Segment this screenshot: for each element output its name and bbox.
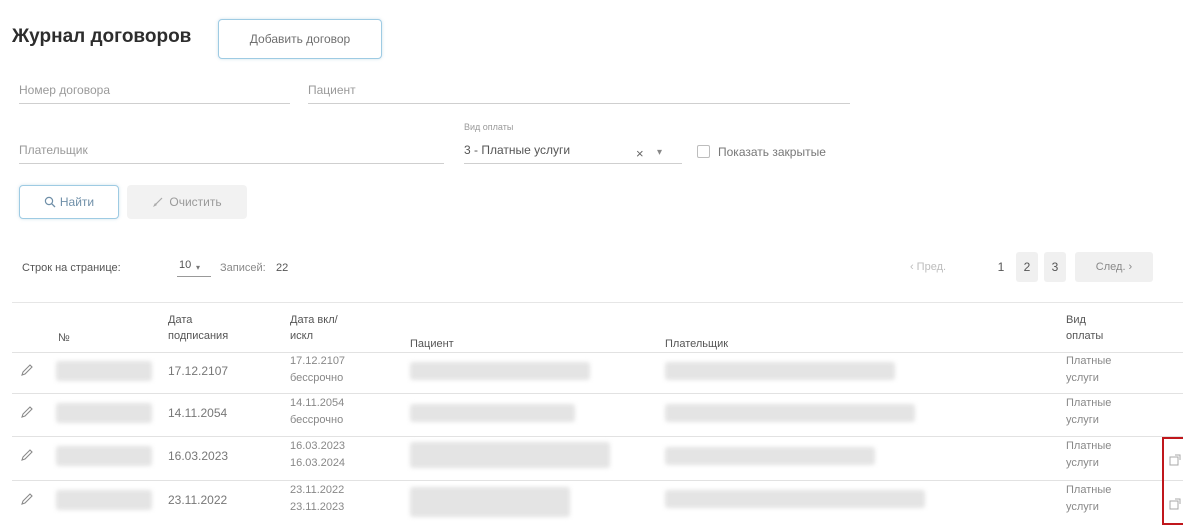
pay-type-line2: услуги (1066, 414, 1099, 426)
pay-type-label: Вид оплаты (464, 122, 514, 132)
sign-date: 23.11.2022 (168, 493, 228, 507)
page-2-button[interactable]: 2 (1016, 252, 1038, 282)
clear-button[interactable]: Очистить (127, 185, 247, 219)
excl-date: 23.11.2023 (290, 501, 345, 513)
patient-redacted (410, 404, 575, 422)
payer-input[interactable]: Плательщик (19, 138, 444, 164)
pencil-icon[interactable] (20, 492, 34, 506)
pencil-icon[interactable] (20, 363, 34, 377)
table-top-divider (12, 302, 1183, 303)
incl-date: 14.11.2054 (290, 397, 345, 409)
incl-date: 17.12.2107 (290, 355, 346, 367)
add-contract-button[interactable]: Добавить договор (218, 19, 382, 59)
rows-per-page-label: Строк на странице: (22, 262, 121, 274)
records-count: 22 (276, 262, 289, 274)
clear-button-label: Очистить (169, 195, 222, 209)
contract-number-placeholder: Номер договора (19, 83, 110, 97)
show-closed-label[interactable]: Показать закрытые (718, 145, 826, 159)
rows-per-page-select[interactable]: 10 (177, 259, 211, 277)
incl-excl-dates: 17.12.2107 бессрочно (290, 353, 345, 387)
payer-redacted (665, 447, 875, 465)
highlight-frame (1162, 437, 1183, 525)
pay-type-line2: услуги (1066, 501, 1099, 513)
patient-placeholder: Пациент (308, 83, 356, 97)
page-1-button[interactable]: 1 (990, 252, 1012, 282)
col-header-payer: Плательщик (665, 338, 729, 350)
pay-type: Платные услуги (1066, 353, 1111, 387)
col-header-number: № (58, 332, 70, 344)
row-divider (12, 393, 1183, 394)
excl-date: бессрочно (290, 414, 344, 426)
pencil-icon[interactable] (20, 405, 34, 419)
broom-icon (153, 197, 163, 207)
contract-number-input[interactable]: Номер договора (19, 78, 290, 104)
row-divider (12, 480, 1183, 481)
payer-redacted (665, 404, 915, 422)
patient-redacted (410, 487, 570, 517)
incl-date: 23.11.2022 (290, 484, 345, 496)
contract-number-redacted (56, 446, 152, 466)
incl-excl-dates: 14.11.2054 бессрочно (290, 395, 344, 429)
col-header-sign-date-line1: Дата (168, 314, 193, 326)
rows-chevron-down-icon[interactable]: ▾ (196, 263, 200, 272)
payer-redacted (665, 490, 925, 508)
records-label: Записей: (220, 262, 266, 274)
pay-type: Платные услуги (1066, 395, 1111, 429)
incl-excl-dates: 23.11.2022 23.11.2023 (290, 482, 344, 516)
patient-input[interactable]: Пациент (308, 78, 850, 104)
col-header-pay-type-line2: оплаты (1066, 330, 1104, 342)
pay-type-line1: Платные (1066, 484, 1112, 496)
patient-redacted (410, 442, 610, 468)
row-divider (12, 436, 1183, 437)
patient-redacted (410, 362, 590, 380)
pay-type-line1: Платные (1066, 397, 1112, 409)
col-header-pay-type: Вид оплаты (1066, 312, 1103, 344)
pay-type-value: 3 - Платные услуги (464, 143, 571, 157)
col-header-incl-date-line2: искл (290, 330, 313, 342)
pay-type-line1: Платные (1066, 440, 1112, 452)
excl-date: 16.03.2024 (290, 457, 346, 469)
col-header-sign-date-line2: подписания (168, 330, 229, 342)
find-button[interactable]: Найти (19, 185, 119, 219)
sign-date: 17.12.2107 (168, 364, 229, 378)
pay-type-line2: услуги (1066, 457, 1099, 469)
payer-redacted (665, 362, 895, 380)
incl-excl-dates: 16.03.2023 16.03.2024 (290, 438, 345, 472)
prev-page-button[interactable]: ‹ Пред. (893, 252, 963, 282)
pay-type-select[interactable]: 3 - Платные услуги (464, 138, 682, 164)
pay-type-line2: услуги (1066, 372, 1099, 384)
col-header-pay-type-line1: Вид (1066, 314, 1086, 326)
contract-number-redacted (56, 490, 152, 510)
col-header-patient: Пациент (410, 338, 454, 350)
col-header-sign-date: Дата подписания (168, 312, 228, 344)
col-header-incl-date: Дата вкл/ искл (290, 312, 338, 344)
contract-number-redacted (56, 403, 152, 423)
chevron-down-icon[interactable]: ▾ (657, 147, 662, 158)
sign-date: 16.03.2023 (168, 449, 229, 463)
pencil-icon[interactable] (20, 448, 34, 462)
pay-type: Платные услуги (1066, 438, 1111, 472)
header-divider (12, 352, 1183, 353)
next-page-button[interactable]: След. › (1075, 252, 1153, 282)
contract-number-redacted (56, 361, 152, 381)
col-header-incl-date-line1: Дата вкл/ (290, 314, 338, 326)
excl-date: бессрочно (290, 372, 344, 384)
page-3-button[interactable]: 3 (1044, 252, 1066, 282)
show-closed-checkbox[interactable] (697, 145, 710, 158)
payer-placeholder: Плательщик (19, 143, 88, 157)
page-title: Журнал договоров (12, 26, 192, 47)
incl-date: 16.03.2023 (290, 440, 346, 452)
search-icon (44, 196, 56, 208)
pay-type-line1: Платные (1066, 355, 1112, 367)
clear-pay-type-icon[interactable]: × (636, 146, 644, 161)
sign-date: 14.11.2054 (168, 406, 228, 420)
find-button-label: Найти (59, 195, 95, 209)
pay-type: Платные услуги (1066, 482, 1111, 516)
